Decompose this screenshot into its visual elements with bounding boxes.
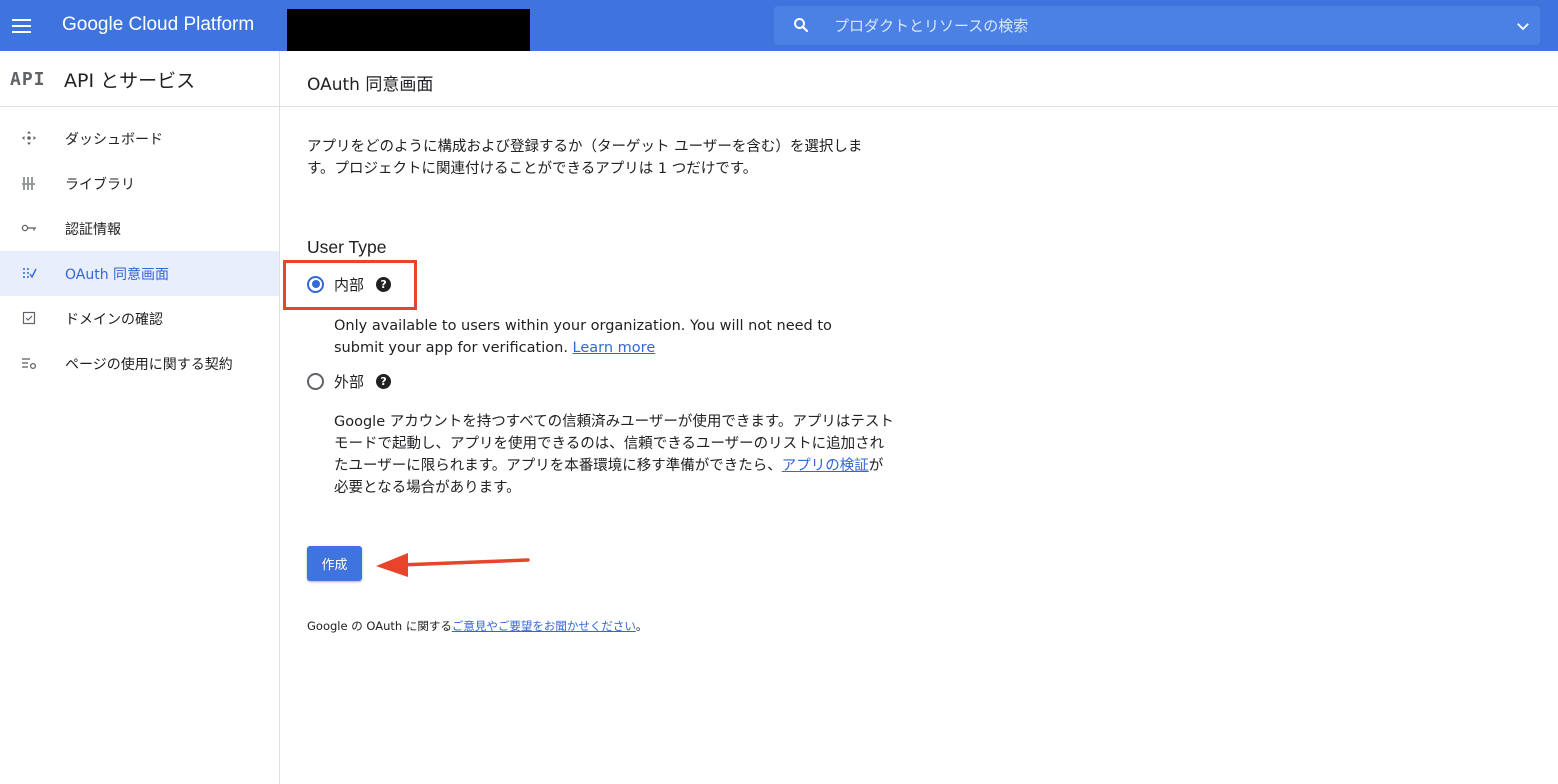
sidebar-item-label: OAuth 同意画面 [65, 267, 170, 283]
brand-title[interactable]: Google Cloud Platform [62, 14, 254, 36]
page-header: OAuth 同意画面 [280, 51, 1558, 107]
sidebar-item-label: ページの使用に関する契約 [65, 357, 233, 373]
search-bar[interactable] [774, 6, 1540, 45]
help-icon[interactable]: ? [376, 276, 392, 292]
nav-header: API API とサービス [0, 51, 279, 107]
consent-screen-icon [23, 268, 37, 279]
annotation-arrow [376, 553, 530, 577]
help-icon[interactable]: ? [376, 373, 392, 389]
feedback-link[interactable]: ご意見やご要望をお聞かせください [452, 619, 636, 633]
nav-divider [279, 51, 280, 784]
sidebar-item-label: 認証情報 [65, 222, 121, 238]
project-selector-redacted[interactable] [287, 9, 530, 51]
external-description: Google アカウントを持つすべての信頼済みユーザーが使用できます。アプリはテ… [334, 411, 894, 499]
user-type-heading: User Type [307, 237, 387, 257]
sidebar-item-dashboard[interactable]: ダッシュボード [0, 116, 279, 161]
library-icon [22, 177, 35, 190]
sidebar: ダッシュボード ライブラリ 認証情報 OAuth 同意画面 ドメインの確認 ペー… [0, 116, 279, 386]
radio-label-external: 外部 [334, 372, 365, 391]
sidebar-item-domain-verification[interactable]: ドメインの確認 [0, 296, 279, 341]
chevron-down-icon[interactable] [1514, 17, 1532, 35]
sidebar-item-oauth-consent[interactable]: OAuth 同意画面 [0, 251, 279, 296]
internal-description: Only available to users within your orga… [334, 315, 874, 359]
create-button[interactable]: 作成 [307, 546, 362, 581]
page-title: OAuth 同意画面 [307, 75, 434, 95]
feedback-prefix: Google の OAuth に関する [307, 619, 452, 633]
radio-button-internal[interactable] [307, 275, 324, 293]
feedback-text: Google の OAuth に関するご意見やご要望をお聞かせください。 [307, 618, 647, 634]
menu-icon[interactable] [12, 14, 32, 38]
checkbox-icon [22, 311, 36, 325]
top-app-bar: Google Cloud Platform [0, 0, 1558, 51]
feedback-suffix: 。 [635, 619, 648, 633]
sidebar-item-page-usage-agreements[interactable]: ページの使用に関する契約 [0, 341, 279, 386]
dashboard-icon [22, 131, 36, 145]
search-icon [794, 18, 809, 33]
sidebar-item-library[interactable]: ライブラリ [0, 161, 279, 206]
app-verification-link[interactable]: アプリの検証 [782, 458, 869, 474]
key-icon [21, 224, 36, 232]
radio-option-external[interactable]: 外部 ? [307, 370, 392, 392]
learn-more-link[interactable]: Learn more [573, 340, 656, 356]
sidebar-item-credentials[interactable]: 認証情報 [0, 206, 279, 251]
radio-button-external[interactable] [307, 372, 324, 390]
radio-label-internal: 内部 [334, 275, 365, 294]
intro-text: アプリをどのように構成および登録するか（ターゲット ユーザーを含む）を選択します… [307, 139, 863, 177]
nav-title: API とサービス [64, 70, 196, 92]
sidebar-item-label: ダッシュボード [65, 132, 163, 148]
search-input[interactable] [834, 6, 1454, 45]
radio-option-internal[interactable]: 内部 ? [307, 273, 392, 295]
sidebar-item-label: ライブラリ [65, 177, 135, 193]
api-logo: API [10, 69, 46, 90]
settings-list-icon [22, 358, 37, 370]
sidebar-item-label: ドメインの確認 [65, 312, 163, 328]
